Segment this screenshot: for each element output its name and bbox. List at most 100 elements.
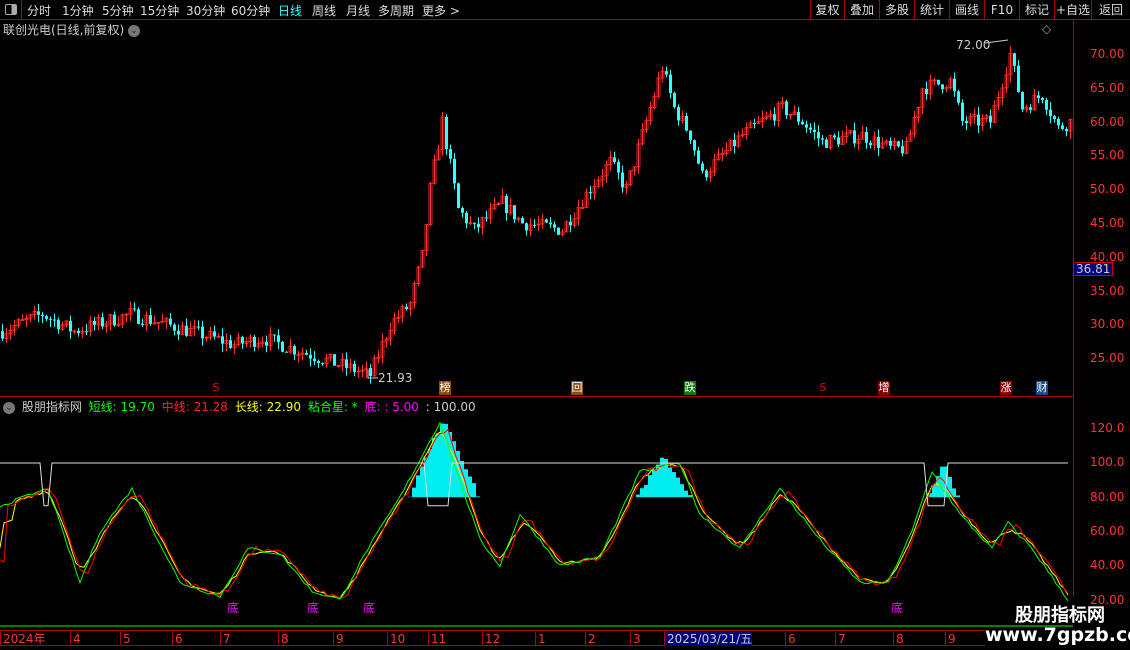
signal-marker[interactable]: 财: [1036, 381, 1048, 395]
candle-body: [445, 116, 448, 150]
candle-body: [533, 224, 536, 226]
candle-body: [613, 157, 616, 162]
histogram-bar: [680, 484, 684, 498]
histogram-bar: [476, 496, 480, 498]
histogram-bar: [444, 423, 448, 498]
candle-body: [461, 208, 464, 213]
candle-body: [545, 219, 548, 223]
long-line: [0, 431, 1069, 599]
candle-body: [93, 320, 96, 325]
price-axis-label: 35.00: [1090, 283, 1125, 298]
candle-body: [1013, 53, 1016, 66]
bottom-label: 底: [891, 600, 903, 615]
signal-marker[interactable]: 榜: [439, 381, 451, 395]
short-line: [0, 421, 1069, 602]
histogram-bar: [684, 490, 688, 498]
candle-body: [1017, 65, 1020, 93]
signal-marker[interactable]: 回: [571, 381, 583, 395]
candle-body: [45, 316, 48, 319]
candle-body: [989, 115, 992, 123]
candle-body: [345, 359, 348, 368]
candle-body: [309, 354, 312, 359]
chart-canvas[interactable]: 底底底底: [0, 0, 1073, 630]
candle-body: [149, 315, 152, 324]
signal-marker[interactable]: S: [210, 381, 222, 395]
candle-body: [525, 223, 528, 231]
candle-body: [333, 354, 336, 366]
candle-body: [837, 137, 840, 145]
candle-body: [137, 309, 140, 324]
price-axis-label: 65.00: [1090, 80, 1125, 95]
price-axis-label: 30.00: [1090, 317, 1125, 332]
bottom-label: 底: [307, 600, 319, 615]
histogram-bar: [436, 433, 440, 498]
histogram-bar: [472, 483, 476, 498]
indicator-axis-label: 40.00: [1090, 558, 1125, 573]
candle-body: [37, 311, 40, 315]
histogram-bar: [636, 494, 640, 498]
candle-body: [101, 317, 104, 327]
signal-marker[interactable]: 跌: [684, 381, 696, 395]
candle-body: [1057, 119, 1060, 126]
candle-body: [833, 135, 836, 138]
high-arrow: [984, 39, 1009, 44]
candle-body: [113, 314, 116, 326]
date-label: 9: [333, 632, 344, 646]
candle-body: [1037, 95, 1040, 99]
candle-body: [281, 341, 284, 352]
candle-body: [53, 319, 56, 321]
candle-body: [549, 222, 552, 225]
date-label: 4: [70, 632, 81, 646]
candle-body: [805, 124, 808, 128]
candle-body: [693, 140, 696, 151]
candle-body: [369, 368, 372, 377]
histogram-bar: [420, 466, 424, 498]
candle-body: [305, 352, 308, 355]
candle-body: [253, 336, 256, 347]
candle-body: [677, 107, 680, 121]
candle-body: [485, 217, 488, 219]
candle-body: [57, 319, 60, 330]
candle-body: [201, 326, 204, 339]
candle-body: [49, 318, 52, 320]
candle-body: [241, 337, 244, 344]
candle-body: [957, 91, 960, 103]
histogram-bar: [940, 466, 944, 498]
candle-body: [809, 127, 812, 130]
date-label: 8: [278, 632, 289, 646]
candle-body: [705, 170, 708, 178]
histogram-bar: [412, 487, 416, 498]
candle-body: [473, 222, 476, 224]
candle-body: [821, 138, 824, 140]
candle-body: [293, 346, 296, 355]
candle-body: [961, 102, 964, 121]
candle-body: [665, 71, 668, 75]
candle-body: [513, 205, 516, 220]
candle-body: [321, 363, 324, 365]
histogram-bar: [672, 472, 676, 498]
date-label: 5: [120, 632, 131, 646]
date-label: 12: [482, 632, 500, 646]
candle-body: [185, 325, 188, 336]
signal-marker[interactable]: 增: [878, 381, 890, 395]
candle-body: [221, 336, 224, 344]
candle-body: [85, 331, 88, 333]
candle-body: [673, 93, 676, 108]
candle-body: [285, 351, 288, 353]
candle-body: [77, 330, 80, 334]
candle-body: [1045, 99, 1048, 110]
histogram-bar: [640, 488, 644, 498]
candle-body: [405, 306, 408, 310]
toolbar-button-8[interactable]: 返回: [1091, 0, 1130, 20]
candle-body: [797, 112, 800, 122]
signal-marker[interactable]: 涨: [1000, 381, 1012, 395]
signal-marker[interactable]: S: [817, 381, 829, 395]
candle-body: [617, 161, 620, 173]
candle-body: [553, 224, 556, 228]
candle-body: [457, 183, 460, 209]
date-label: 6: [785, 632, 796, 646]
candle-body: [865, 132, 868, 143]
candle-body: [825, 139, 828, 148]
candle-body: [785, 101, 788, 116]
candle-body: [897, 141, 900, 147]
